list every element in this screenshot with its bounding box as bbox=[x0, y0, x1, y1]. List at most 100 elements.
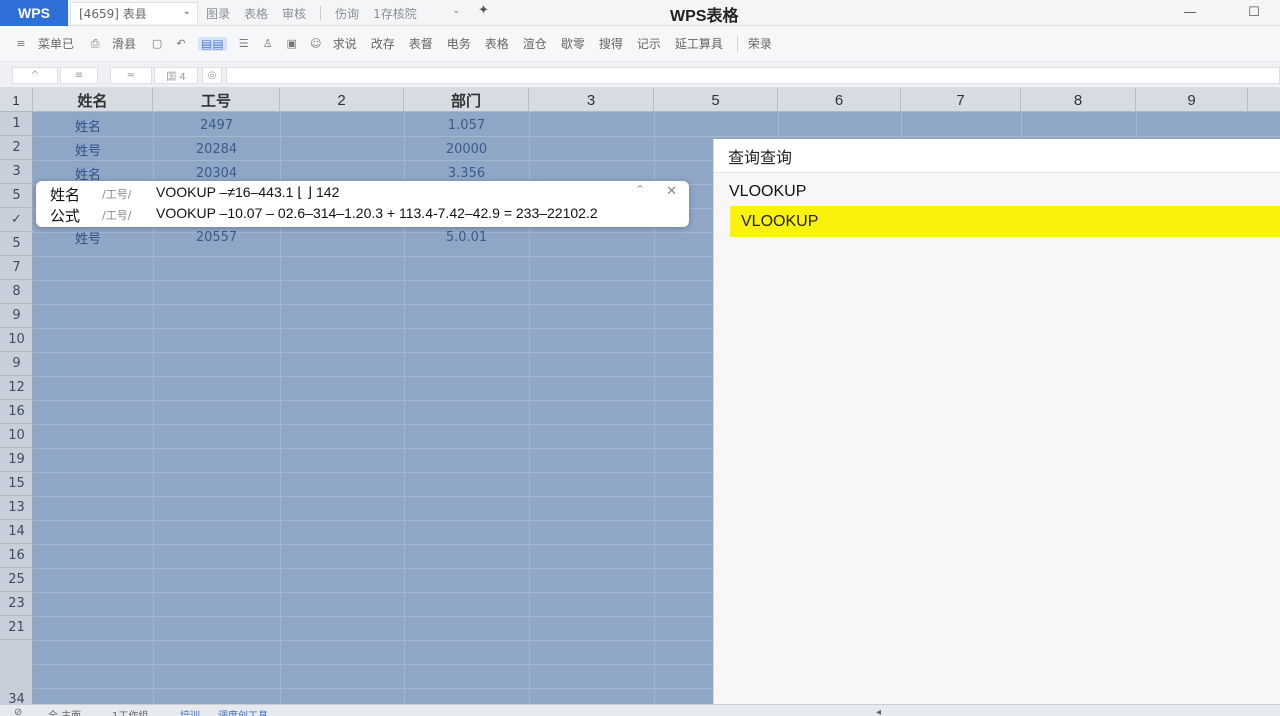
cell-id[interactable]: 20557 bbox=[153, 225, 280, 249]
toolbar-item-12[interactable]: 荣录 bbox=[748, 35, 772, 52]
row-header[interactable]: 1 bbox=[0, 112, 33, 136]
row-header[interactable]: 9 bbox=[0, 352, 33, 376]
row-header[interactable]: 16 bbox=[0, 544, 33, 568]
row-header[interactable]: 23 bbox=[0, 592, 33, 616]
chevron-down-icon[interactable]: ⌄ bbox=[452, 5, 460, 16]
corner-cell[interactable]: 1 bbox=[0, 88, 33, 112]
spreadsheet-window: WPS [4659] 表县 ⌄ 图录 表格 审核 伤询 1存核院 ⌄ ✦ WPS… bbox=[0, 0, 1280, 716]
row-header[interactable]: 14 bbox=[0, 520, 33, 544]
comment-icon[interactable]: ▢ bbox=[150, 37, 164, 51]
chevron-down-icon[interactable]: ⌄ bbox=[183, 6, 191, 17]
row-header[interactable]: 13 bbox=[0, 496, 33, 520]
col-header[interactable]: 姓名 bbox=[33, 88, 153, 112]
name-box[interactable]: ^ bbox=[12, 67, 58, 84]
title-menu-3[interactable]: 伤询 bbox=[335, 5, 359, 22]
cell-dept[interactable]: 5.0.01 bbox=[404, 225, 529, 249]
minimize-button[interactable]: — bbox=[1176, 3, 1204, 21]
col-header[interactable]: 7 bbox=[901, 88, 1021, 112]
formula-input[interactable] bbox=[226, 67, 1280, 84]
row-header[interactable]: ✓ bbox=[0, 208, 33, 232]
col-header[interactable]: 部门 bbox=[404, 88, 529, 112]
toolbar-item-3[interactable]: 改存 bbox=[371, 35, 395, 52]
row-header[interactable]: 9 bbox=[0, 304, 33, 328]
title-menu-0[interactable]: 图录 bbox=[206, 5, 230, 22]
row-header[interactable]: 10 bbox=[0, 328, 33, 352]
toolbar-item-6[interactable]: 表格 bbox=[485, 35, 509, 52]
function-button[interactable]: ≡ bbox=[60, 67, 98, 84]
print-icon[interactable]: ⎙ bbox=[88, 37, 102, 51]
toolbar-item-7[interactable]: 渲仓 bbox=[523, 35, 547, 52]
row-header[interactable]: 5 bbox=[0, 232, 33, 256]
cell-dept[interactable]: 20000 bbox=[404, 137, 529, 161]
cell-name[interactable]: 姓名 bbox=[33, 113, 153, 137]
sheet-tab[interactable]: 全 主面 bbox=[48, 707, 81, 716]
close-icon[interactable]: ✕ bbox=[666, 184, 677, 199]
cell-dept[interactable]: 1.057 bbox=[404, 113, 529, 137]
title-menu-4[interactable]: 1存核院 bbox=[373, 5, 417, 22]
toolbar-item-4[interactable]: 表督 bbox=[409, 35, 433, 52]
row-header[interactable]: 10 bbox=[0, 424, 33, 448]
row-headers: 1 2 3 5 ✓ 5 7 8 9 10 9 12 16 10 19 15 13… bbox=[0, 112, 33, 712]
paint-icon[interactable]: ♙ bbox=[261, 37, 275, 51]
popup-value-1[interactable]: VOOKUP –≠16–443.1 ⌊ ⌋ 142 bbox=[156, 184, 339, 201]
maximize-button[interactable]: ☐ bbox=[1240, 3, 1268, 21]
toolbar-item-5[interactable]: 电务 bbox=[447, 35, 471, 52]
sheet-tab[interactable]: 调度创工具 bbox=[218, 707, 268, 716]
row-header[interactable]: 15 bbox=[0, 472, 33, 496]
menu-icon[interactable]: ≡ bbox=[14, 37, 28, 51]
expand-button[interactable]: ≈ bbox=[110, 67, 152, 84]
save-icon[interactable]: ▣ bbox=[285, 37, 299, 51]
col-header[interactable]: 6 bbox=[778, 88, 901, 112]
pin-icon[interactable]: ✦ bbox=[478, 3, 489, 18]
row-header[interactable]: 16 bbox=[0, 400, 33, 424]
toolbar-item-9[interactable]: 搜得 bbox=[599, 35, 623, 52]
cell-id[interactable]: 20284 bbox=[153, 137, 280, 161]
query-text[interactable]: VLOOKUP bbox=[729, 183, 806, 201]
col-header[interactable]: 9 bbox=[1136, 88, 1248, 112]
row-header[interactable]: 3 bbox=[0, 160, 33, 184]
col-header[interactable]: 工号 bbox=[153, 88, 280, 112]
row-header[interactable]: 5 bbox=[0, 184, 33, 208]
toolbar-item-10[interactable]: 记示 bbox=[637, 35, 661, 52]
scroll-left-icon[interactable]: ◂ bbox=[876, 707, 881, 716]
menu-divider bbox=[320, 6, 322, 20]
col-header[interactable]: 5 bbox=[654, 88, 778, 112]
col-header[interactable]: 8 bbox=[1021, 88, 1136, 112]
title-menu-1[interactable]: 表格 bbox=[244, 5, 268, 22]
fx-icon[interactable]: ◎ bbox=[202, 67, 222, 84]
popup-label-formula: 公式 bbox=[50, 208, 81, 225]
row-header[interactable]: 2 bbox=[0, 136, 33, 160]
toolbar-item-11[interactable]: 延工算具 bbox=[675, 35, 723, 52]
row-header[interactable]: 19 bbox=[0, 448, 33, 472]
row-header[interactable]: 25 bbox=[0, 568, 33, 592]
row-header[interactable]: 21 bbox=[0, 616, 33, 640]
col-header[interactable]: 3 bbox=[529, 88, 654, 112]
wps-logo[interactable]: WPS bbox=[0, 0, 68, 26]
row-header[interactable]: 12 bbox=[0, 376, 33, 400]
toolbar-item-2[interactable]: 求说 bbox=[333, 35, 357, 52]
toolbar-item-1[interactable]: 滑县 bbox=[112, 35, 136, 52]
sheet-tab[interactable]: 培训 bbox=[180, 707, 200, 716]
title-menu-2[interactable]: 审核 bbox=[282, 5, 306, 22]
align-icon[interactable]: ☰ bbox=[237, 37, 251, 51]
cell-name[interactable]: 姓号 bbox=[33, 137, 153, 161]
cell-ref-box[interactable]: 国 4 bbox=[154, 67, 198, 84]
toolbar-item-8[interactable]: 歇零 bbox=[561, 35, 585, 52]
toolbar-item-0[interactable]: 菜单已 bbox=[38, 35, 74, 52]
cell-name[interactable]: 姓号 bbox=[33, 225, 153, 249]
popup-value-2[interactable]: VOOKUP –10.07 – 02.6–314–1.20.3 + 113.4-… bbox=[156, 205, 598, 221]
format-icon[interactable]: ▤▤ bbox=[198, 36, 227, 51]
sheet-tab[interactable]: 1工作组 bbox=[112, 707, 148, 716]
formula-row: ^ ≡ ≈ 国 4 ◎ bbox=[0, 62, 1280, 88]
col-header[interactable]: 2 bbox=[280, 88, 404, 112]
row-header[interactable]: 7 bbox=[0, 256, 33, 280]
query-result-highlight[interactable]: VLOOKUP bbox=[730, 206, 1280, 237]
sheet-nav-icon[interactable]: ⊘ bbox=[14, 707, 22, 716]
row-header[interactable]: 8 bbox=[0, 280, 33, 304]
document-tab[interactable]: [4659] 表县 ⌄ bbox=[70, 2, 198, 24]
collapse-icon[interactable]: ⌃ bbox=[635, 183, 645, 197]
undo-icon[interactable]: ↶ bbox=[174, 37, 188, 51]
col-header-scroll[interactable] bbox=[1248, 88, 1280, 112]
cell-id[interactable]: 2497 bbox=[153, 113, 280, 137]
user-icon[interactable]: ☺ bbox=[309, 37, 323, 51]
